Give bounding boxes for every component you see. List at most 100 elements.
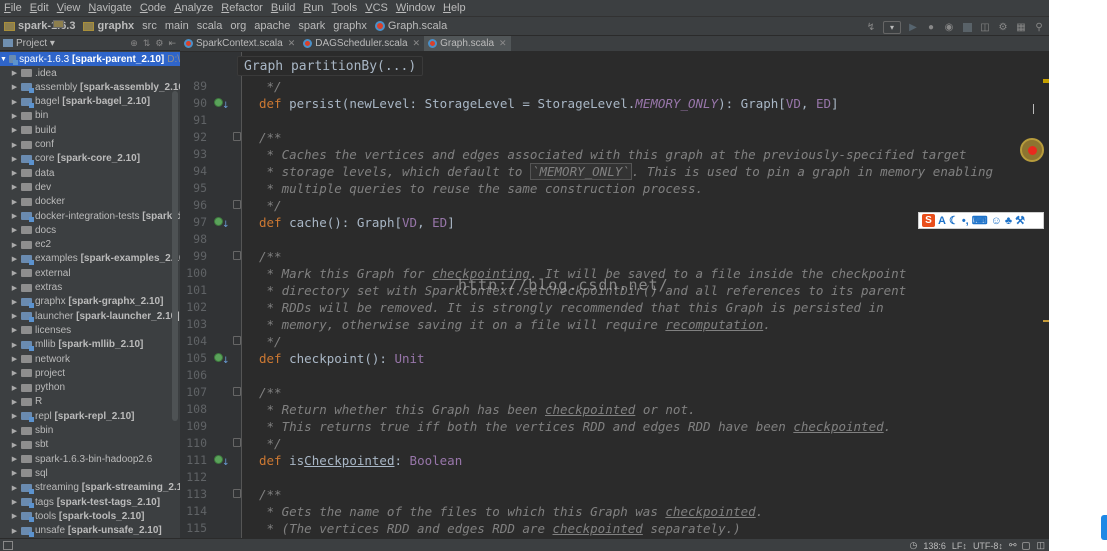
tree-item[interactable]: ▶ dev <box>0 180 51 194</box>
lock-icon[interactable]: ⚯ <box>1009 540 1017 551</box>
code-line[interactable]: 106 <box>180 367 1049 384</box>
code-line[interactable]: 95 * multiple queries to reuse the same … <box>180 180 1049 197</box>
expand-triangle-icon[interactable]: ▶ <box>10 326 19 334</box>
code-line[interactable]: 111 ↓ def isCheckpointed: Boolean <box>180 452 1049 469</box>
expand-triangle-icon[interactable]: ▶ <box>10 298 19 306</box>
expand-triangle-icon[interactable]: ▶ <box>10 498 19 506</box>
breadcrumb-item[interactable]: scala <box>53 20 222 32</box>
expand-triangle-icon[interactable]: ▶ <box>10 384 19 392</box>
screen-recorder-button[interactable] <box>1020 138 1044 162</box>
expand-triangle-icon[interactable]: ▶ <box>10 226 19 234</box>
tree-item[interactable]: ▶ mllib [spark-mllib_2.10] <box>0 338 143 352</box>
expand-triangle-icon[interactable]: ▶ <box>10 527 19 535</box>
tree-item[interactable]: ▶ docker-integration-tests [spark-d <box>0 209 180 223</box>
punctuation-icon[interactable]: •, <box>962 215 969 227</box>
tree-item[interactable]: ▶ ec2 <box>0 238 51 252</box>
tree-item[interactable]: ▶ build <box>0 123 56 137</box>
menu-run[interactable]: Run <box>299 0 327 16</box>
code-line[interactable]: 108 * Return whether this Graph has been… <box>180 401 1049 418</box>
code-line[interactable]: 104 */ <box>180 333 1049 350</box>
expand-triangle-icon[interactable]: ▶ <box>10 369 19 377</box>
overriding-method-icon[interactable]: ↓ <box>214 217 230 230</box>
fold-marker-icon[interactable] <box>233 438 241 447</box>
expand-triangle-icon[interactable]: ▶ <box>10 341 19 349</box>
expand-triangle-icon[interactable]: ▶ <box>10 241 19 249</box>
close-tab-icon[interactable]: ✕ <box>499 38 507 49</box>
code-line[interactable]: 105 ↓ def checkpoint(): Unit <box>180 350 1049 367</box>
file-encoding[interactable]: UTF-8↕ <box>973 541 1003 551</box>
expand-triangle-icon[interactable]: ▶ <box>10 355 19 363</box>
tree-item[interactable]: ▶ conf <box>0 138 54 152</box>
tree-item[interactable]: ▶ sql <box>0 466 48 480</box>
expand-triangle-icon[interactable]: ▶ <box>10 198 19 206</box>
moon-icon[interactable]: ☾ <box>949 214 959 227</box>
code-line[interactable]: 114 * Gets the name of the files to whic… <box>180 503 1049 520</box>
code-line[interactable]: 112 <box>180 469 1049 486</box>
settings-gear-icon[interactable]: ⚙ <box>155 38 163 49</box>
breadcrumb-item[interactable]: apache <box>53 20 290 32</box>
breadcrumb-item[interactable]: src <box>53 20 157 32</box>
tree-item[interactable]: ▶ bagel [spark-bagel_2.10] <box>0 95 150 109</box>
expand-triangle-icon[interactable]: ▶ <box>10 469 19 477</box>
fold-marker-icon[interactable] <box>233 132 241 141</box>
structure-breadcrumb[interactable]: Graph partitionBy(...) <box>237 56 424 76</box>
expand-triangle-icon[interactable]: ▶ <box>10 284 19 292</box>
expand-triangle-icon[interactable]: ▶ <box>10 312 19 320</box>
tree-item[interactable]: ▶ extras <box>0 281 62 295</box>
menu-build[interactable]: Build <box>267 0 299 16</box>
sdk-icon[interactable]: ▦ <box>1015 21 1027 33</box>
project-tree-scrollbar[interactable] <box>172 91 178 421</box>
keyboard-icon[interactable]: ⌨ <box>972 214 988 227</box>
code-line[interactable]: 93 * Caches the vertices and edges assoc… <box>180 146 1049 163</box>
overriding-method-icon[interactable]: ↓ <box>214 455 230 468</box>
expand-triangle-icon[interactable]: ▶ <box>10 512 19 520</box>
menu-code[interactable]: Code <box>136 0 170 16</box>
menu-analyze[interactable]: Analyze <box>170 0 217 16</box>
tree-item[interactable]: ▶ licenses <box>0 323 71 337</box>
tree-item[interactable]: ▶ launcher [spark-launcher_2.10] <box>0 309 180 323</box>
coverage-icon[interactable]: ◉ <box>943 21 955 33</box>
tree-item[interactable]: ▶ network <box>0 352 70 366</box>
breadcrumb-item[interactable]: main <box>53 20 189 32</box>
expand-triangle-icon[interactable]: ▶ <box>10 412 19 420</box>
tree-item[interactable]: ▶ docker <box>0 195 65 209</box>
menu-vcs[interactable]: VCS <box>361 0 392 16</box>
code-line[interactable]: 99 /** <box>180 248 1049 265</box>
ime-toolbar[interactable]: S A ☾ •, ⌨ ☺ ♣ ⚒ <box>918 212 1044 229</box>
expand-triangle-icon[interactable]: ▶ <box>10 141 19 149</box>
code-line[interactable]: 107 /** <box>180 384 1049 401</box>
menu-tools[interactable]: Tools <box>328 0 362 16</box>
code-line[interactable]: 94 * storage levels, which default to `M… <box>180 163 1049 180</box>
tree-item[interactable]: ▶ python <box>0 381 65 395</box>
settings-icon[interactable]: ⚙ <box>997 21 1009 33</box>
line-separator[interactable]: LF↕ <box>952 541 967 551</box>
code-line[interactable]: 92 /** <box>180 129 1049 146</box>
overriding-method-icon[interactable]: ↓ <box>214 98 230 111</box>
tree-item[interactable]: ▶ assembly [spark-assembly_2.10] <box>0 80 180 94</box>
ime-mode-toggle[interactable]: A <box>938 215 946 227</box>
fold-marker-icon[interactable] <box>233 489 241 498</box>
tree-item[interactable]: ▶ repl [spark-repl_2.10] <box>0 409 135 423</box>
stop-icon[interactable] <box>961 21 973 33</box>
caret-position[interactable]: 138:6 <box>923 541 946 551</box>
expand-triangle-icon[interactable]: ▶ <box>10 112 19 120</box>
tree-item[interactable]: ▶ graphx [spark-graphx_2.10] <box>0 295 163 309</box>
tree-item[interactable]: ▶ examples [spark-examples_2.10] <box>0 252 180 266</box>
expand-triangle-icon[interactable]: ▶ <box>10 83 19 91</box>
run-configuration-dropdown[interactable]: ▾ <box>883 20 901 34</box>
code-line[interactable]: 90 ↓ def persist(newLevel: StorageLevel = … <box>180 95 1049 112</box>
debug-icon[interactable]: ● <box>925 21 937 33</box>
tree-item[interactable]: ▶ unsafe [spark-unsafe_2.10] <box>0 524 162 538</box>
tree-item[interactable]: ▶ R <box>0 395 42 409</box>
menu-navigate[interactable]: Navigate <box>84 0 135 16</box>
expand-triangle-icon[interactable]: ▶ <box>10 69 19 77</box>
tree-item[interactable]: ▶ tools [spark-tools_2.10] <box>0 509 145 523</box>
search-icon[interactable]: ⚲ <box>1033 21 1045 33</box>
tree-item[interactable]: ▶ tags [spark-test-tags_2.10] <box>0 495 160 509</box>
tree-item[interactable]: ▶ streaming [spark-streaming_2.1( <box>0 481 180 495</box>
tree-item[interactable]: ▶ data <box>0 166 55 180</box>
menu-view[interactable]: View <box>53 0 85 16</box>
tools-wrench-icon[interactable]: ⚒ <box>1015 214 1025 227</box>
menu-refactor[interactable]: Refactor <box>217 0 267 16</box>
menu-help[interactable]: Help <box>439 0 470 16</box>
